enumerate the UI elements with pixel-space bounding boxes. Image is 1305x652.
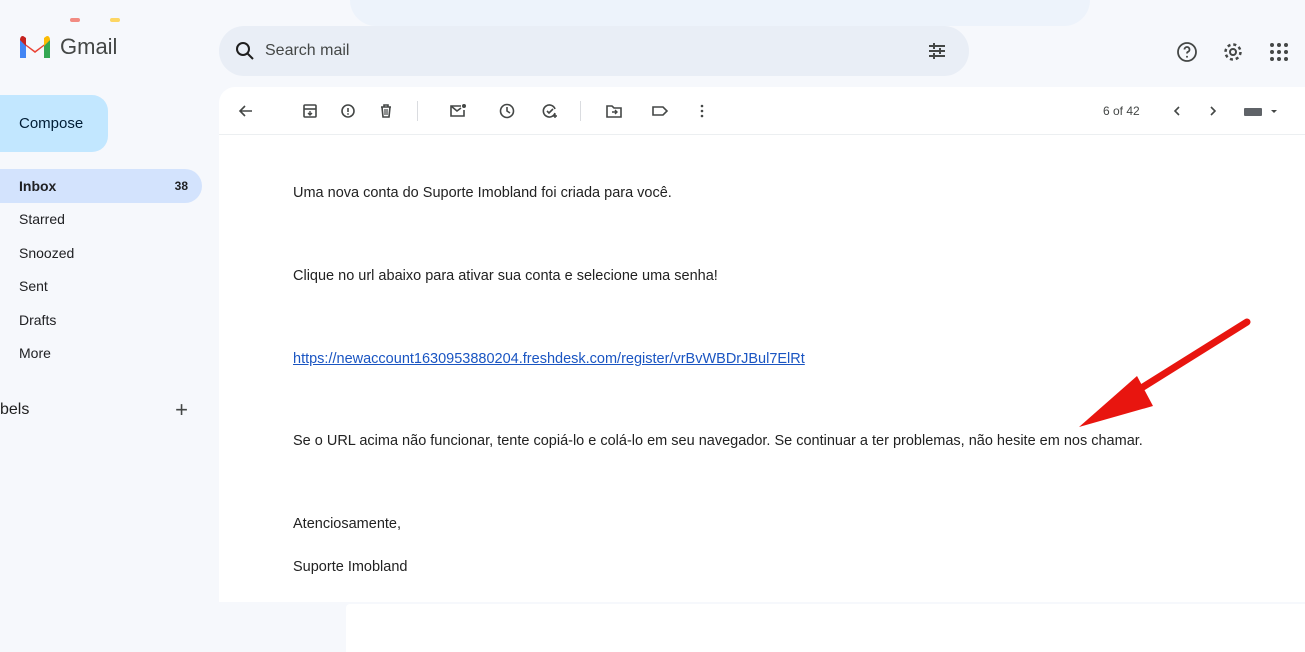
search-options-icon[interactable] (925, 39, 949, 63)
labels-heading: bels (0, 401, 30, 418)
help-icon[interactable] (1175, 40, 1199, 64)
search-icon[interactable] (233, 39, 257, 63)
newer-chevron-left-icon[interactable] (1167, 101, 1187, 121)
mark-unread-icon[interactable] (448, 101, 468, 121)
message-panel: 6 of 42 Uma nova conta do Suporte Imobla… (219, 87, 1305, 602)
toolbar-divider (580, 101, 581, 121)
search-input[interactable]: Search mail (265, 42, 349, 60)
create-label-button[interactable]: + (175, 397, 188, 423)
sidebar-item-more[interactable]: More (0, 337, 202, 371)
compose-button[interactable]: Compose (0, 95, 108, 152)
pagination-count: 6 of 42 (1103, 104, 1140, 118)
archive-icon[interactable] (300, 101, 320, 121)
sidebar-item-inbox[interactable]: Inbox 38 (0, 169, 202, 203)
delete-icon[interactable] (376, 101, 396, 121)
sidebar-item-sent[interactable]: Sent (0, 270, 202, 304)
email-signature: Suporte Imobland (293, 559, 408, 575)
label-icon[interactable] (650, 101, 670, 121)
older-chevron-right-icon[interactable] (1203, 101, 1223, 121)
background-window-edge (346, 604, 1305, 652)
gmail-m-icon (20, 35, 50, 58)
background-window-edge (350, 0, 1090, 26)
add-to-tasks-icon[interactable] (540, 101, 560, 121)
labels-section-header: bels + (0, 397, 202, 423)
email-signoff: Atenciosamente, (293, 516, 402, 532)
email-line: Se o URL acima não funcionar, tente copi… (293, 433, 1143, 449)
sidebar-item-label: More (19, 345, 51, 362)
app-name: Gmail (60, 34, 118, 59)
back-arrow-icon[interactable] (236, 101, 256, 121)
sidebar-item-label: Sent (19, 278, 48, 295)
email-line: Uma nova conta do Suporte Imobland foi c… (293, 185, 672, 201)
email-line: Clique no url abaixo para ativar sua con… (293, 268, 718, 284)
sidebar-item-label: Starred (19, 211, 65, 228)
search-bar[interactable]: Search mail (219, 26, 969, 76)
move-to-icon[interactable] (604, 101, 624, 121)
sidebar-item-label: Snoozed (19, 244, 75, 261)
sidebar-item-starred[interactable]: Starred (0, 203, 202, 237)
window-controls (70, 18, 120, 22)
sidebar-item-label: Inbox (19, 177, 57, 194)
sidebar-item-label: Drafts (19, 311, 57, 328)
input-tools-keyboard-icon[interactable] (1242, 101, 1282, 121)
report-spam-icon[interactable] (338, 101, 358, 121)
sidebar-item-drafts[interactable]: Drafts (0, 303, 202, 337)
message-toolbar: 6 of 42 (219, 87, 1305, 135)
more-icon[interactable] (692, 101, 712, 121)
sidebar-nav: Inbox 38 Starred Snoozed Sent Drafts Mor… (0, 169, 202, 370)
annotation-arrow (1079, 318, 1251, 427)
account-activation-link[interactable]: https://newaccount1630953880204.freshdes… (293, 351, 805, 367)
header-actions (1175, 40, 1291, 64)
apps-grid-icon[interactable] (1267, 40, 1291, 64)
settings-gear-icon[interactable] (1221, 40, 1245, 64)
toolbar-divider (417, 101, 418, 121)
snooze-icon[interactable] (497, 101, 517, 121)
sidebar-item-snoozed[interactable]: Snoozed (0, 236, 202, 270)
unread-count: 38 (174, 178, 188, 193)
gmail-logo[interactable]: Gmail (18, 34, 117, 60)
